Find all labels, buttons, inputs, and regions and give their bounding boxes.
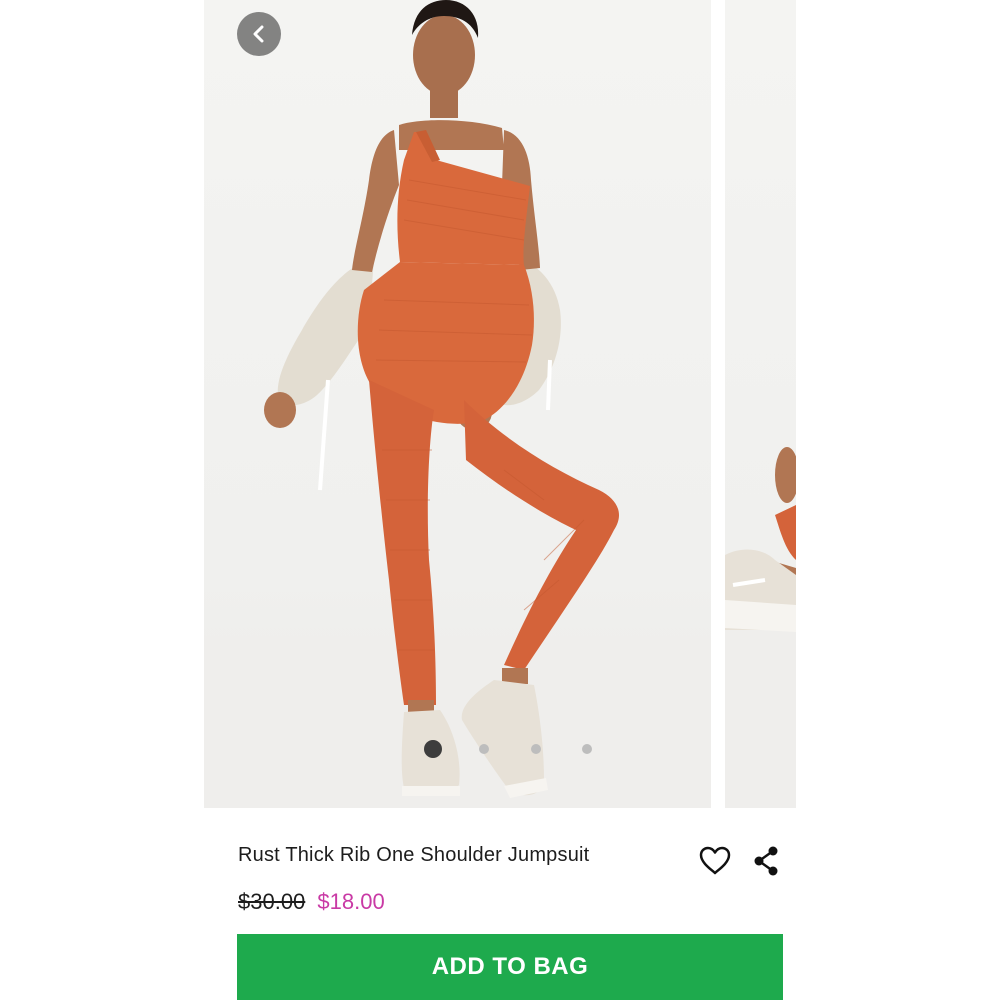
- heart-outline-icon: [699, 846, 731, 875]
- product-image-main[interactable]: [204, 0, 711, 808]
- product-photo-next: [725, 447, 796, 808]
- wishlist-button[interactable]: [698, 845, 732, 877]
- product-image-next[interactable]: [725, 0, 796, 808]
- carousel-dot-4[interactable]: [582, 744, 592, 754]
- sale-price: $18.00: [317, 889, 385, 914]
- back-button[interactable]: [237, 12, 281, 56]
- carousel-dot-3[interactable]: [531, 744, 541, 754]
- carousel-dot-2[interactable]: [479, 744, 489, 754]
- add-to-bag-button[interactable]: ADD TO BAG: [237, 934, 783, 1000]
- price-row: $30.00 $18.00: [238, 889, 385, 915]
- product-detail-screen: Rust Thick Rib One Shoulder Jumpsuit $30…: [0, 0, 1000, 1000]
- original-price: $30.00: [238, 889, 306, 914]
- share-button[interactable]: [750, 845, 782, 877]
- product-photo: [204, 0, 711, 808]
- carousel-pagination: [424, 740, 604, 758]
- product-title: Rust Thick Rib One Shoulder Jumpsuit: [238, 844, 590, 866]
- product-image-carousel[interactable]: [204, 0, 796, 808]
- carousel-dot-1[interactable]: [424, 740, 442, 758]
- share-icon: [754, 846, 778, 876]
- chevron-left-icon: [253, 25, 264, 43]
